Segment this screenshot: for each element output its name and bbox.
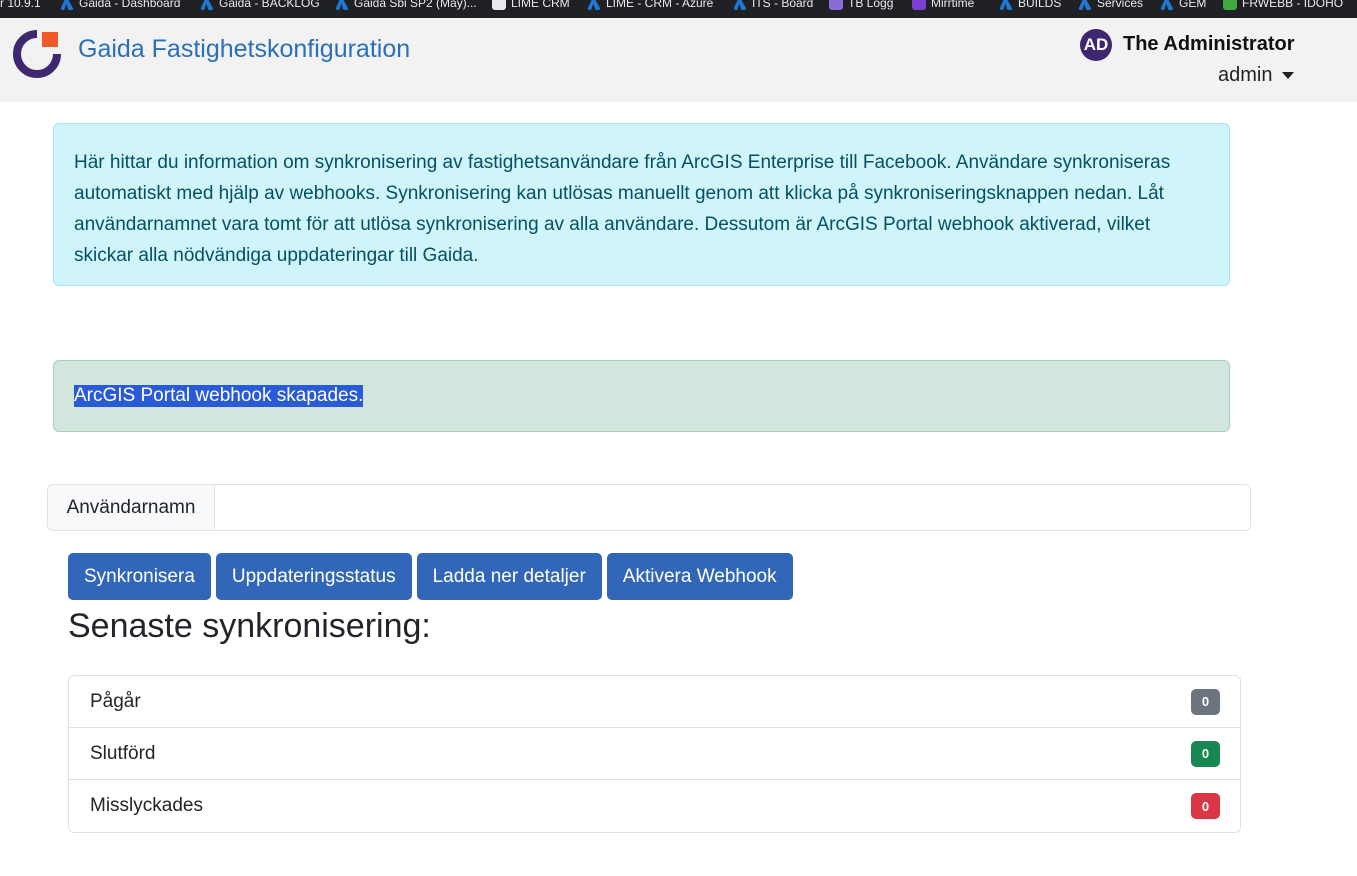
latest-sync-title: Senaste synkronisering:: [68, 607, 431, 645]
bookmark-item[interactable]: r 10.9.1: [0, 0, 41, 12]
azure-devops-icon: [60, 0, 74, 10]
azure-devops-icon: [1078, 0, 1092, 10]
list-item: Slutförd 0: [69, 728, 1240, 780]
bookmark-label: GEM: [1179, 0, 1207, 10]
download-details-button[interactable]: Ladda ner detaljer: [416, 553, 602, 600]
sync-button[interactable]: Synkronisera: [68, 553, 211, 600]
update-status-button[interactable]: Uppdateringsstatus: [215, 553, 412, 600]
caret-down-icon: [1282, 72, 1295, 79]
azure-devops-icon: [1160, 0, 1174, 10]
azure-devops-icon: [999, 0, 1013, 10]
bookmark-label: TB Logg: [848, 0, 894, 10]
username-input-group: Användarnamn: [47, 484, 1251, 531]
activate-webhook-button[interactable]: Aktivera Webhook: [606, 553, 793, 600]
bookmark-label: ITS - Board: [752, 0, 814, 10]
bookmark-item[interactable]: ITS - Board: [733, 0, 813, 12]
bookmark-item[interactable]: FRWEBB - IDOHO: [1223, 0, 1343, 12]
user-menu-label: admin: [1218, 64, 1273, 86]
bookmark-label: BUILDS: [1018, 0, 1062, 10]
status-label-failed: Misslyckades: [90, 795, 203, 816]
bookmark-item[interactable]: TB Logg: [829, 0, 893, 12]
azure-devops-icon: [200, 0, 214, 10]
user-avatar: AD: [1080, 29, 1112, 61]
status-badge: 0: [1191, 740, 1220, 767]
list-item: Misslyckades 0: [69, 780, 1240, 832]
bookmark-label: Gaida Sbi SP2 (May)...: [354, 0, 477, 10]
user-display-name: The Administrator: [1123, 33, 1295, 55]
chat-icon: [492, 0, 506, 10]
bookmark-item[interactable]: LIME - CRM - Azure: [587, 0, 713, 12]
username-label: Användarnamn: [47, 484, 215, 531]
app-brand-title[interactable]: Gaida Fastighetskonfiguration: [78, 35, 410, 64]
gaida-logo-icon[interactable]: [11, 28, 63, 80]
bookmark-label: r 10.9.1: [0, 0, 41, 10]
action-buttons: Synkronisera Uppdateringsstatus Ladda ne…: [68, 553, 793, 600]
top-navbar: Gaida Fastighetskonfiguration AD The Adm…: [0, 18, 1357, 102]
status-badge: 0: [1191, 688, 1220, 715]
bookmark-label: LIME CRM: [511, 0, 570, 10]
bookmark-item[interactable]: Gaida - Dashboard: [60, 0, 180, 12]
azure-devops-icon: [335, 0, 349, 10]
user-menu-dropdown[interactable]: admin: [1218, 64, 1295, 87]
bookmark-label: LIME - CRM - Azure: [606, 0, 714, 10]
mirrtime-icon: [912, 0, 926, 10]
bookmark-item[interactable]: Mirrtime: [912, 0, 974, 12]
info-alert: Här hittar du information om synkroniser…: [53, 123, 1230, 286]
bookmark-item[interactable]: BUILDS: [999, 0, 1061, 12]
list-item: Pågår 0: [69, 676, 1240, 728]
bookmark-label: Gaida - Dashboard: [79, 0, 181, 10]
sync-status-list: Pågår 0 Slutförd 0 Misslyckades 0: [68, 675, 1241, 833]
bookmark-label: FRWEBB - IDOHO: [1242, 0, 1344, 10]
nvidia-icon: [1223, 0, 1237, 10]
bookmark-item[interactable]: Services: [1078, 0, 1143, 12]
success-alert-text: ArcGIS Portal webhook skapades.: [74, 385, 364, 407]
bookmark-label: Mirrtime: [931, 0, 975, 10]
username-input[interactable]: [215, 484, 1251, 531]
status-badge: 0: [1191, 793, 1220, 819]
info-alert-text: Här hittar du information om synkroniser…: [74, 152, 1171, 266]
bookmark-item[interactable]: GEM: [1160, 0, 1206, 12]
bookmark-item[interactable]: Gaida Sbi SP2 (May)...: [335, 0, 477, 12]
status-label-completed: Slutförd: [90, 742, 156, 764]
azure-devops-icon: [587, 0, 601, 10]
bookmarks-bar: r 10.9.1 Gaida - Dashboard Gaida - BACKL…: [0, 0, 1357, 18]
bookmark-label: Gaida - BACKLOG: [219, 0, 320, 10]
bookmark-item[interactable]: LIME CRM: [492, 0, 570, 12]
status-label-in-progress: Pågår: [90, 690, 141, 712]
bookmark-label: Services: [1097, 0, 1144, 10]
timelog-icon: [829, 0, 843, 10]
success-alert: ArcGIS Portal webhook skapades.: [53, 360, 1230, 432]
bookmark-item[interactable]: Gaida - BACKLOG: [200, 0, 320, 12]
azure-devops-icon: [733, 0, 747, 10]
